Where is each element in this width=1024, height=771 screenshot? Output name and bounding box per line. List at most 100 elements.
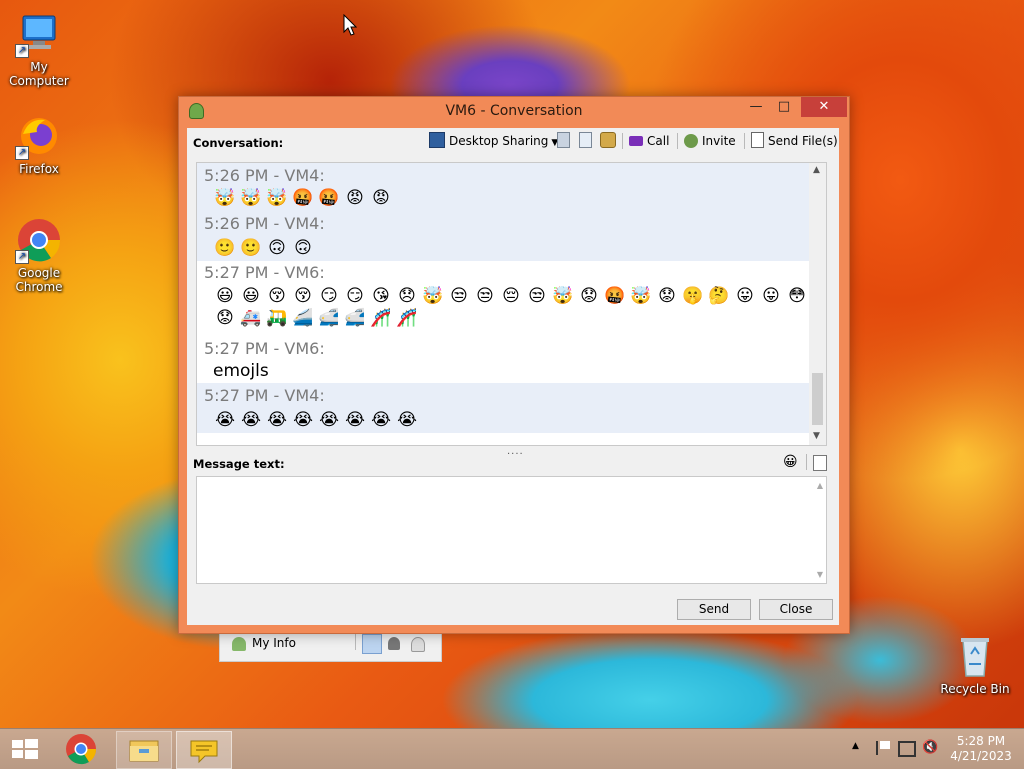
format-text-icon[interactable] [813,455,827,471]
conversation-window: VM6 - Conversation — □ ✕ Conversation: D… [178,96,850,634]
emoji-icon: 😭 [241,410,261,430]
emoji-icon: 🎢 [396,308,418,328]
input-scroll-up-icon[interactable]: ▲ [817,481,823,490]
desktop-sharing-button[interactable]: Desktop Sharing ▼ [429,132,558,150]
message-header: 5:27 PM - VM6: [204,263,325,282]
desktop-icon-label: Recycle Bin [940,682,1010,696]
buddy-list-window: My Info [219,630,442,662]
window-titlebar[interactable]: VM6 - Conversation — □ ✕ [179,97,849,125]
emoji-icon: 😭 [345,410,365,430]
emoji-icon: 🚅 [318,308,340,328]
message-text: emojls [213,361,269,381]
start-button[interactable] [0,731,50,767]
emoji-icon: 😭 [293,410,313,430]
minimize-button[interactable]: — [743,97,769,117]
desktop-icon-recycle-bin[interactable]: Recycle Bin [937,632,1013,696]
network-icon[interactable] [898,741,916,757]
history-button[interactable] [557,132,574,150]
invite-button[interactable]: Invite [684,132,736,150]
emoji-icon: 🙃 [268,238,286,258]
emoji-picker-icon[interactable]: 😀 [783,454,798,470]
mouse-cursor-icon [343,14,357,36]
message-item: 5:27 PM - VM4: 😭 😭 😭 😭 😭 😭 😭 😭 [197,383,815,433]
scroll-down-icon[interactable]: ▼ [813,431,820,441]
message-item: 5:26 PM - VM4: 🤯 🤯 🤯 🤬 🤬 😡 😡 [197,163,815,211]
scroll-up-icon[interactable]: ▲ [813,165,820,175]
emoji-icon: 😛 [762,286,780,306]
emoji-icon: 😡 [346,188,364,208]
emoji-icon: 😡 [372,188,390,208]
close-window-button[interactable]: ✕ [801,97,847,117]
message-header: 5:26 PM - VM4: [204,214,325,233]
emoji-icon: 🚑 [240,308,262,328]
emoji-row: 😭 😭 😭 😭 😭 😭 😭 😭 [214,409,422,433]
emoji-icon: 😭 [267,410,287,430]
desktop-icon-chrome[interactable]: ↗ Google Chrome [1,216,77,294]
status-away-icon[interactable] [388,637,400,650]
emoji-icon: 🤔 [708,286,730,306]
emoji-icon: 🎢 [370,308,392,328]
emoji-icon: 😒 [528,286,546,306]
pane-splitter[interactable]: .... [507,446,524,457]
shortcut-arrow-icon: ↗ [15,250,29,264]
clock-date: 4/21/2023 [950,749,1012,763]
emoji-icon: 😃 [216,286,234,306]
emoji-icon: 🤯 [266,188,288,208]
conversation-scrollbar[interactable]: ▲ ▼ [809,163,826,445]
emoji-icon: 😳 [788,286,806,306]
transcript-button[interactable] [579,132,596,150]
emoji-icon: 🤯 [214,188,236,208]
maximize-button[interactable]: □ [771,97,797,117]
status-online-icon[interactable] [362,634,382,654]
conversation-history[interactable]: 5:26 PM - VM4: 🤯 🤯 🤯 🤬 🤬 😡 😡 5:26 PM - VM4: 🙂 🙂… [196,162,827,446]
message-input[interactable]: ▲ ▼ [196,476,827,584]
message-item: 5:26 PM - VM4: 🙂 🙂 🙃 🙃 [197,211,815,261]
message-item: 5:27 PM - VM6: 😃 😃 😚 😚 😏 😏 😘 😞 🤯 😒 😒 😔 😒 🤯 😟 🤬 🤯 😟 🤫 🤔 😛 😛 😳😟 🚑… [197,261,815,337]
emoji-icon: 🤬 [292,188,314,208]
clock-time: 5:28 PM [956,734,1006,748]
send-button[interactable]: Send [677,599,751,620]
emoji-icon: 😭 [319,410,339,430]
system-clock[interactable]: 5:28 PM 4/21/2023 [948,734,1014,764]
close-button[interactable]: Close [759,599,833,620]
emoji-icon: 🙂 [214,238,236,258]
action-center-flag-icon[interactable] [876,741,890,755]
taskbar-chat-app[interactable] [176,731,232,769]
message-item: 5:27 PM - VM6: emojls [197,337,815,383]
emoji-icon: 😚 [294,286,312,306]
emoji-icon: 😟 [658,286,676,306]
my-info-icon [232,637,246,651]
gift-button[interactable] [600,132,620,150]
desktop-icon-label: Firefox [19,162,59,176]
emoji-row: 🙂 🙂 🙃 🙃 [214,237,318,261]
emoji-icon: 🤯 [630,286,652,306]
emoji-icon: 🤬 [318,188,340,208]
emoji-icon: 😏 [346,286,364,306]
send-files-button[interactable]: Send File(s) [751,132,838,150]
emoji-icon: 😃 [242,286,260,306]
input-scroll-down-icon[interactable]: ▼ [817,570,823,579]
call-button[interactable]: Call [629,132,669,150]
volume-muted-icon[interactable]: 🔇 [922,740,938,755]
desktop-icon-my-computer[interactable]: ↗ My Computer [1,10,77,88]
scrollbar-thumb[interactable] [812,373,823,425]
emoji-row: 🤯 🤯 🤯 🤬 🤬 😡 😡 [214,187,396,211]
taskbar-chrome[interactable] [56,731,106,767]
show-hidden-icons-icon[interactable]: ▲ [852,741,859,751]
send-file-icon [751,132,764,148]
invite-users-icon [684,134,698,148]
emoji-icon: 😟 [216,308,234,328]
taskbar-file-explorer[interactable] [116,731,172,769]
status-offline-icon[interactable] [411,637,425,652]
emoji-row: 😃 😃 😚 😚 😏 😏 😘 😞 🤯 😒 😒 😔 😒 🤯 😟 🤬 🤯 😟 🤫 🤔 😛 😛 😳😟 🚑 🛺 🚄 🚅 🚅 🎢 🎢 [214,285,814,328]
firefox-icon: ↗ [15,112,63,160]
message-header: 5:27 PM - VM6: [204,339,325,358]
emoji-icon: 🙂 [240,238,262,258]
emoji-icon: 🤬 [604,286,626,306]
emoji-icon: 😛 [736,286,754,306]
chat-app-icon [190,740,218,764]
my-info-button[interactable]: My Info [252,636,296,650]
desktop-icon-firefox[interactable]: ↗ Firefox [1,112,77,176]
gift-icon [600,132,616,148]
emoji-icon: 😘 [372,286,390,306]
